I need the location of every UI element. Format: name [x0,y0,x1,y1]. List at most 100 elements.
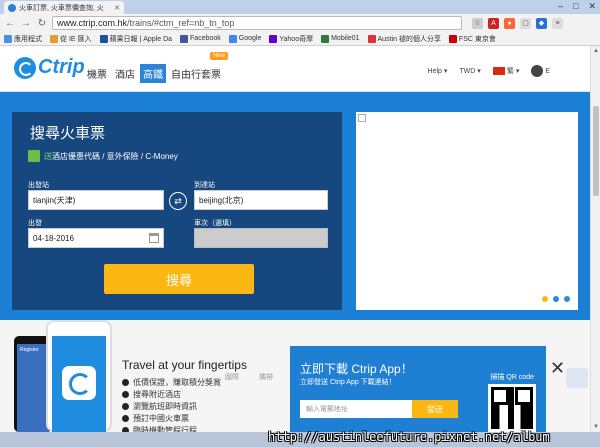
bookmark-item[interactable]: 應用程式 [4,34,42,44]
maximize-icon[interactable]: □ [573,1,578,12]
forward-icon[interactable]: → [20,17,32,29]
browser-tab[interactable]: 火車訂票, 火車票價查詢, 火 ✕ [4,1,124,14]
bookmark-item[interactable]: FSC 東京會 [448,34,496,44]
nav-packages[interactable]: 自由行套票 New [168,52,228,83]
swap-stations-icon[interactable]: ⇄ [169,192,187,210]
folder-icon [50,34,58,43]
check-icon [122,390,129,398]
site-header: Ctrip 機票 酒店 高鐵 自由行套票 New Help ▾ TWD ▾ 繁 ▾… [0,46,590,92]
reload-icon[interactable]: ↻ [36,17,48,29]
watermark: http://austinleefuture.pixnet.net/album [268,430,550,444]
promo-line[interactable]: 送 酒店優惠代碼 / 意外保險 / C-Money [28,150,178,162]
to-station-input[interactable]: beijing(北京) [194,190,328,210]
scroll-down-icon[interactable]: ▼ [591,422,600,432]
scroll-up-icon[interactable]: ▲ [591,46,600,56]
apple-daily-icon [99,34,108,43]
feature-item: 預訂中國火車票 [122,412,247,424]
close-icon[interactable]: ✕ [550,358,565,379]
menu-icon[interactable]: ≡ [552,17,563,29]
nav-flights[interactable]: 機票 [84,64,110,83]
ctrip-logo[interactable]: Ctrip [14,56,85,79]
blog-icon [367,34,376,43]
gift-icon [28,150,40,162]
account-menu[interactable]: E [531,65,550,77]
train-number-label: 車次（選填） [194,220,236,227]
panel-title: 搜尋火車票 [30,125,106,142]
browser-tabstrip: 火車訂票, 火車票價查詢, 火 ✕ – □ ✕ [0,0,600,14]
from-station-input[interactable]: tianjin(天津) [28,190,164,210]
url-host: www.ctrip.com.hk [57,18,128,28]
date-label: 出發 [28,220,42,227]
bookmark-star-icon[interactable]: ☆ [472,17,483,29]
scrollbar-thumb[interactable] [593,106,599,196]
qr-code [488,384,536,432]
ad-banner[interactable] [356,112,578,310]
app-download-panel: 立即下載 Ctrip App！ 立即發送 Ctrip App 下載連結！ 掃描 … [290,346,546,432]
header-utilities: Help ▾ TWD ▾ 繁 ▾ E [428,65,550,77]
url-path: /trains/#ctm_ref=nb_tn_top [127,18,235,28]
language-menu[interactable]: 繁 ▾ [492,66,519,76]
dropbox-icon[interactable]: ◆ [536,17,547,29]
bookmark-item[interactable]: Yahoo奇摩 [269,34,313,44]
currency-menu[interactable]: TWD ▾ [459,67,480,75]
train-number-input[interactable] [194,228,328,248]
acrobat-icon[interactable]: A [488,17,499,29]
close-icon[interactable]: ✕ [114,4,120,12]
calendar-icon[interactable] [149,233,159,243]
search-button[interactable]: 搜尋 [104,264,254,294]
fsc-icon [448,34,457,43]
check-icon [122,378,129,386]
check-icon [122,414,129,422]
download-subtitle: 立即發送 Ctrip App 下載連結！ [300,379,396,386]
new-badge: New [209,52,228,60]
nav-trains[interactable]: 高鐵 [140,64,166,83]
hero-section: 搜尋火車票 送 酒店優惠代碼 / 意外保險 / C-Money 出發站 tian… [0,92,590,320]
departure-date-input[interactable]: 04-18-2016 [28,228,164,248]
page-scrollbar[interactable]: ▲ ▼ [590,46,600,432]
hong-kong-flag-icon [492,67,505,75]
ctrip-app-icon [62,366,96,400]
email-input[interactable]: 輸入電郵地址 [300,400,412,418]
bookmark-item[interactable]: Mobile01 [321,34,360,43]
window-controls: – □ ✕ [558,1,596,12]
carousel-dot[interactable] [564,296,570,302]
from-label: 出發站 [28,182,49,189]
send-button[interactable]: 發送 [412,400,458,418]
help-menu[interactable]: Help ▾ [428,67,448,75]
app-features: Travel at your fingertips 低價保證，賺取積分獎賞 搜尋… [122,358,247,436]
google-icon [228,34,237,43]
bookmark-item[interactable]: 從 IE 匯入 [50,34,92,44]
extension-icons: ☆ A ● ▢ ◆ ≡ [472,17,563,29]
chat-icon[interactable] [566,368,588,388]
download-title: 立即下載 Ctrip App！ [300,362,413,376]
bookmark-item[interactable]: 蘋果日報 | Apple Da [99,34,172,44]
browser-toolbar: ← → ↻ www.ctrip.com.hk/trains/#ctm_ref=n… [0,14,600,32]
back-icon[interactable]: ← [4,17,16,29]
nav-hotels[interactable]: 酒店 [112,64,138,83]
features-headline: Travel at your fingertips [122,358,247,372]
feature-item: 低價保證，賺取積分獎賞 [122,376,247,388]
dolphin-logo-icon [14,56,36,79]
bookmark-item[interactable]: Google [228,34,261,43]
apps-icon [4,34,12,43]
extension-icon[interactable]: ▢ [520,17,531,29]
qr-label: 掃描 QR code [490,374,534,381]
mobile01-icon [321,34,330,43]
adblock-icon[interactable]: ● [504,17,515,29]
user-avatar-icon [531,65,544,77]
minimize-icon[interactable]: – [558,1,563,12]
close-window-icon[interactable]: ✕ [588,1,596,12]
app-promo-section: Register 國際 攜帶 Travel at your fingertips… [0,320,590,435]
facebook-icon [180,34,189,43]
check-icon [122,402,129,410]
bookmark-item[interactable]: Austin 褪的個人分享 [367,34,441,44]
train-search-panel: 搜尋火車票 送 酒店優惠代碼 / 意外保險 / C-Money 出發站 tian… [12,112,342,310]
bookmark-item[interactable]: Facebook [180,34,221,43]
feature-item: 瀏覽航班即時資訊 [122,400,247,412]
address-bar[interactable]: www.ctrip.com.hk/trains/#ctm_ref=nb_tn_t… [52,16,462,30]
ctrip-favicon-icon [8,3,16,12]
carousel-dot[interactable] [553,296,559,302]
bookmarks-bar: 應用程式 從 IE 匯入 蘋果日報 | Apple Da Facebook Go… [0,32,600,46]
carousel-dot[interactable] [542,296,548,302]
phone-mockup-front [46,320,112,434]
